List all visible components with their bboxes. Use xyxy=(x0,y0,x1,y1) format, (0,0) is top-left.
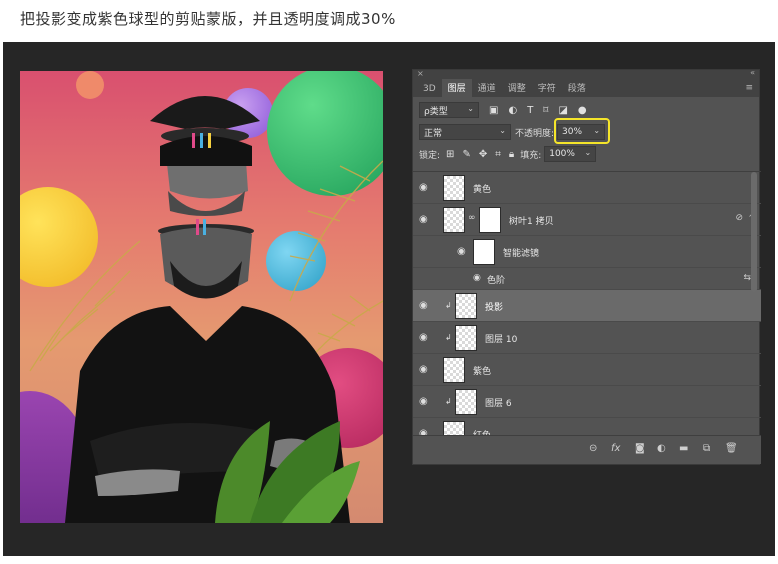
visibility-eye-icon[interactable]: ◉ xyxy=(473,273,481,283)
filter-mask-thumbnail xyxy=(479,207,501,233)
lock-label: 锁定: xyxy=(419,150,441,161)
new-layer-icon[interactable]: ⧉ xyxy=(703,443,710,454)
layers-scrollbar[interactable] xyxy=(751,172,757,292)
layers-panel: × « 3D 图层 通道 调整 字符 段落 ≡ ρ类型 ⌄ ▣ ◐ T ⌑ ◪ … xyxy=(412,68,761,465)
tab-layers[interactable]: 图层 xyxy=(441,79,472,97)
layer-name: 树叶1 拷贝 xyxy=(509,217,554,227)
fill-value: 100% xyxy=(549,149,575,159)
layer-yellow[interactable]: ◉ 黄色 xyxy=(413,172,761,204)
blend-row: 正常 ⌄ 不透明度: 30% ⌄ xyxy=(413,118,759,144)
tab-character[interactable]: 字符 xyxy=(532,79,562,97)
layer-name: 智能滤镜 xyxy=(503,249,540,259)
fx-icon[interactable]: fx xyxy=(611,443,620,454)
layer-thumbnail xyxy=(443,207,465,233)
adjustment-filter-icon[interactable]: ◐ xyxy=(508,105,517,116)
lock-row: 锁定: ⊞ ✎ ✥ ⌗ 🔒︎ 填充: 100% ⌄ xyxy=(413,143,759,165)
smart-object-filter-icon[interactable]: ◪ xyxy=(558,105,567,116)
opacity-highlight xyxy=(554,118,610,144)
clipping-arrow-icon: ↲ xyxy=(445,397,452,406)
panel-footer: ⊝ fx ◙ ◐ ▬ ⧉ 🗑︎ xyxy=(413,435,761,464)
banana-leaves xyxy=(215,421,360,523)
lock-move-icon[interactable]: ✥ xyxy=(479,149,487,160)
layer-thumbnail xyxy=(443,357,465,383)
link-layers-icon[interactable]: ⊝ xyxy=(589,443,597,454)
visibility-eye-icon[interactable]: ◉ xyxy=(457,246,466,257)
layer-purple[interactable]: ◉ 紫色 xyxy=(413,354,761,386)
filter-kind-value: ρ类型 xyxy=(424,106,448,117)
smart-object-icon: ⊘ xyxy=(735,213,743,223)
levels-filter-row[interactable]: ◉ 色阶 ⇆ xyxy=(413,268,761,290)
smart-filters-row[interactable]: ◉ 智能滤镜 xyxy=(413,236,761,268)
tab-channels[interactable]: 通道 xyxy=(472,79,502,97)
add-mask-icon[interactable]: ◙ xyxy=(635,443,645,454)
tab-adjustments[interactable]: 调整 xyxy=(502,79,532,97)
layer-leaf-copy[interactable]: ◉ ∞ 树叶1 拷贝 ⊘ ^ xyxy=(413,204,761,236)
layer-name: 图层 6 xyxy=(485,399,512,409)
layer-name: 黄色 xyxy=(473,185,492,195)
clipping-arrow-icon: ↲ xyxy=(445,333,452,342)
fill-field[interactable]: 100% ⌄ xyxy=(544,146,597,162)
filter-kind-select[interactable]: ρ类型 ⌄ xyxy=(419,102,479,118)
adjustment-layer-icon[interactable]: ◐ xyxy=(657,443,666,454)
poster-canvas xyxy=(20,71,383,523)
lock-artboard-icon[interactable]: ⌗ xyxy=(495,149,501,160)
tab-3d[interactable]: 3D xyxy=(417,82,442,97)
lock-paint-icon[interactable]: ✎ xyxy=(462,149,470,160)
layer-shadow[interactable]: ◉ ↲ 投影 xyxy=(413,290,761,322)
layer-thumbnail xyxy=(455,325,477,351)
blend-mode-select[interactable]: 正常 ⌄ xyxy=(419,124,511,140)
layer-thumbnail xyxy=(455,389,477,415)
chevron-down-icon: ⌄ xyxy=(467,104,474,113)
screenshot-stage: × « 3D 图层 通道 调整 字符 段落 ≡ ρ类型 ⌄ ▣ ◐ T ⌑ ◪ … xyxy=(3,42,775,556)
layer-thumbnail xyxy=(455,293,477,319)
visibility-eye-icon[interactable]: ◉ xyxy=(419,182,428,193)
visibility-eye-icon[interactable]: ◉ xyxy=(419,396,428,407)
pixel-filter-icon[interactable]: ▣ xyxy=(489,105,498,116)
layers-list: ◉ 黄色 ◉ ∞ 树叶1 拷贝 ⊘ ^ ◉ 智能滤镜 ◉ xyxy=(413,171,761,437)
chevron-down-icon: ⌄ xyxy=(584,148,592,157)
trash-icon[interactable]: 🗑︎ xyxy=(725,443,738,454)
filter-mask-thumbnail xyxy=(473,239,495,265)
chevron-down-icon: ⌄ xyxy=(499,126,506,135)
filter-toggle-icon[interactable]: ● xyxy=(578,105,587,116)
opacity-label: 不透明度: xyxy=(515,128,555,139)
layer-thumbnail xyxy=(443,175,465,201)
visibility-eye-icon[interactable]: ◉ xyxy=(419,364,428,375)
close-icon[interactable]: × xyxy=(417,69,424,78)
layer-name: 投影 xyxy=(485,303,504,313)
lock-all-icon[interactable]: 🔒︎ xyxy=(509,149,514,160)
tutorial-caption: 把投影变成紫色球型的剪贴蒙版，并且透明度调成30% xyxy=(20,10,396,28)
type-filter-icon[interactable]: T xyxy=(527,105,533,116)
filter-options-icon[interactable]: ⇆ xyxy=(743,273,751,283)
layer-name: 紫色 xyxy=(473,367,492,377)
panel-tabs: 3D 图层 通道 调整 字符 段落 ≡ xyxy=(413,79,759,97)
blend-mode-value: 正常 xyxy=(424,128,443,139)
layer-name: 色阶 xyxy=(487,276,506,286)
clipping-arrow-icon: ↲ xyxy=(445,301,452,310)
layer-6[interactable]: ◉ ↲ 图层 6 xyxy=(413,386,761,418)
panel-menu-icon[interactable]: ≡ xyxy=(745,83,753,93)
collapse-icon[interactable]: « xyxy=(750,68,755,77)
lock-transparent-icon[interactable]: ⊞ xyxy=(446,149,454,160)
visibility-eye-icon[interactable]: ◉ xyxy=(419,300,428,311)
shape-filter-icon[interactable]: ⌑ xyxy=(543,105,548,116)
new-group-icon[interactable]: ▬ xyxy=(679,443,688,454)
layer-name: 图层 10 xyxy=(485,335,518,345)
visibility-eye-icon[interactable]: ◉ xyxy=(419,332,428,343)
layer-10[interactable]: ◉ ↲ 图层 10 xyxy=(413,322,761,354)
link-icon: ∞ xyxy=(468,213,476,223)
tab-paragraph[interactable]: 段落 xyxy=(562,79,592,97)
fill-label: 填充: xyxy=(520,150,542,161)
visibility-eye-icon[interactable]: ◉ xyxy=(419,214,428,225)
